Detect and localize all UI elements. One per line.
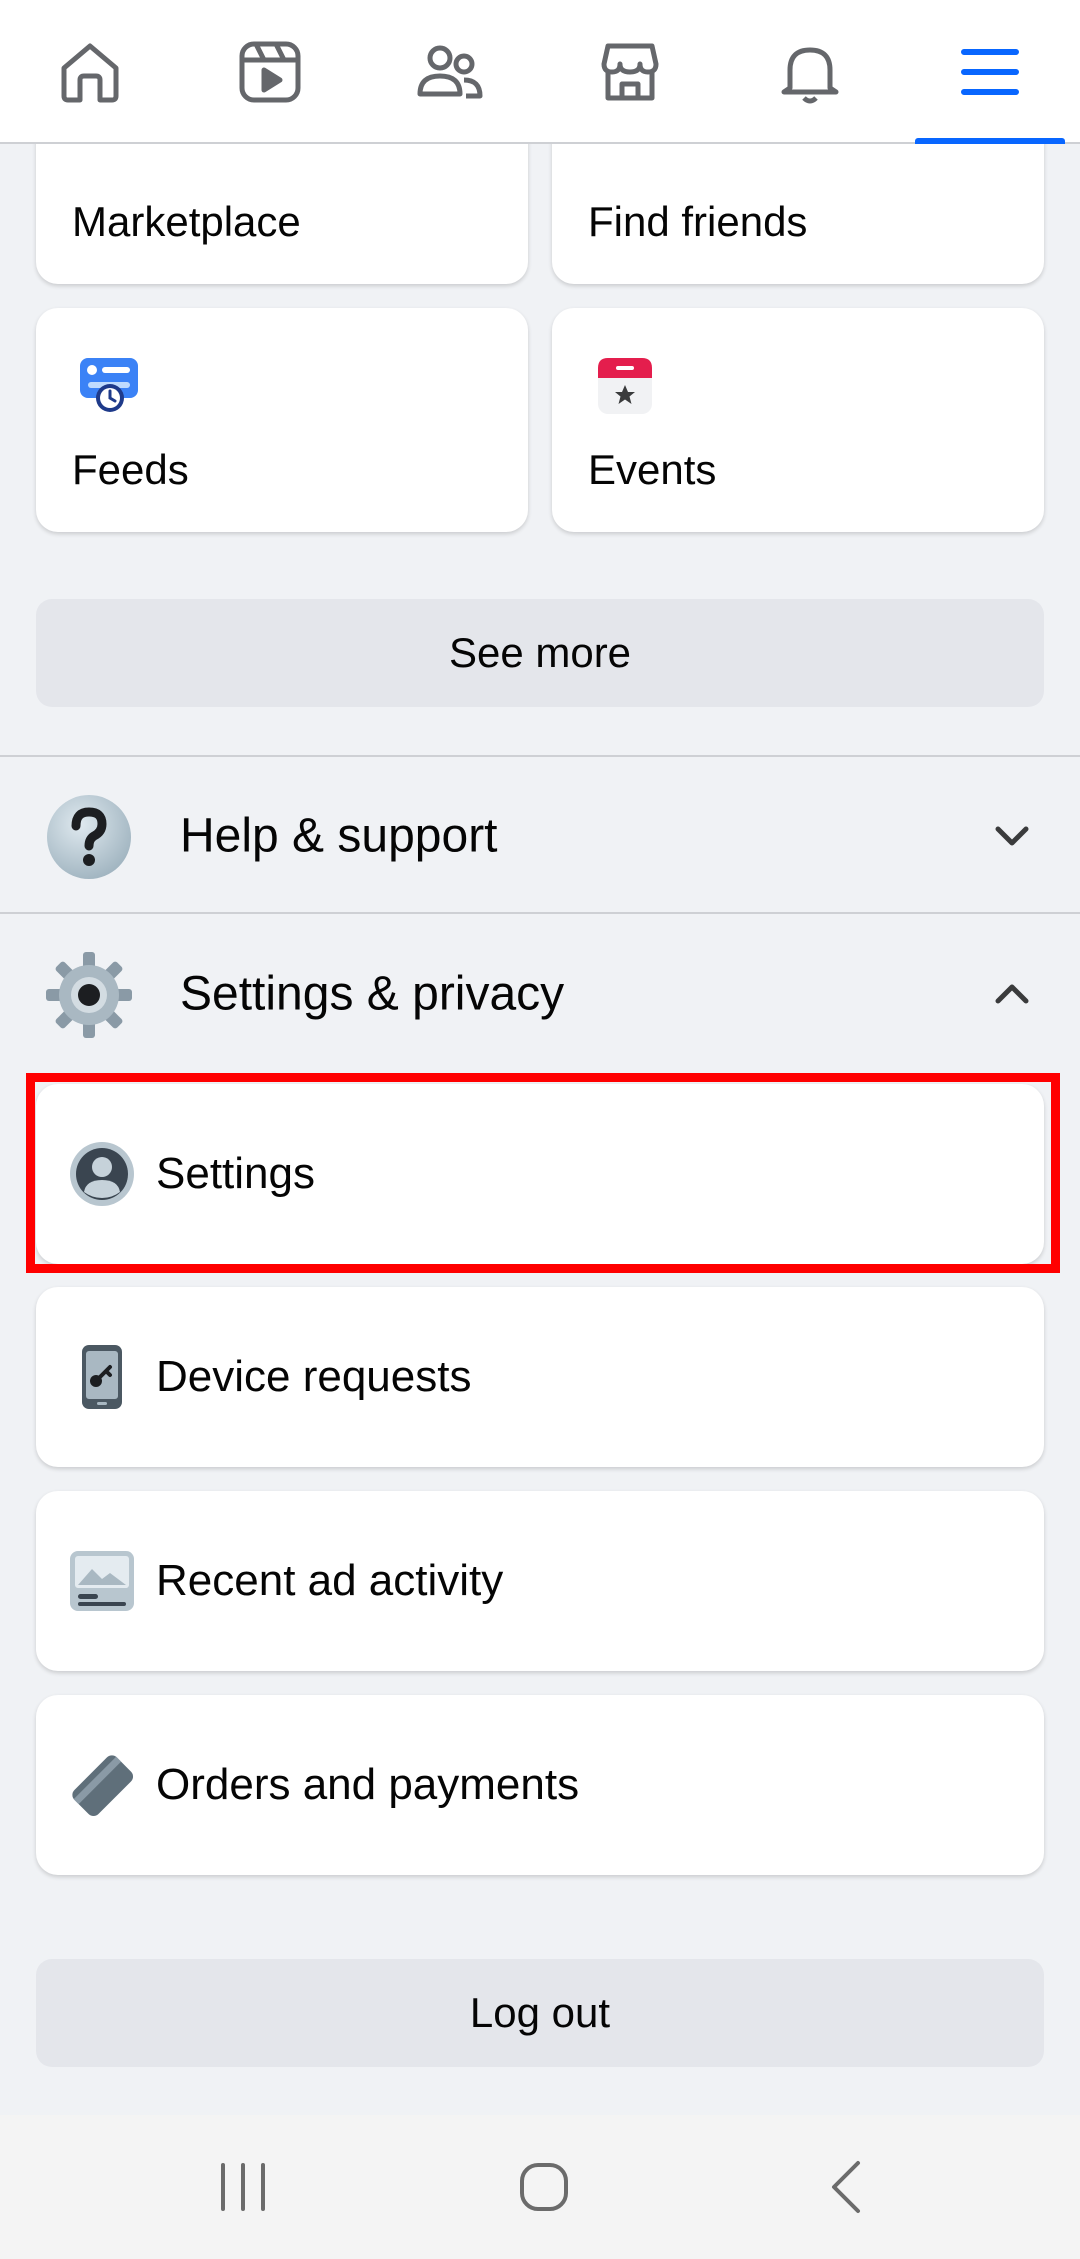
- divider: [0, 912, 1080, 914]
- settings-item-label: Device requests: [156, 1352, 472, 1401]
- tab-notifications[interactable]: [735, 0, 885, 144]
- events-calendar-icon: [598, 358, 652, 414]
- shortcut-label: Marketplace: [72, 198, 301, 245]
- gear-icon: [46, 952, 132, 1038]
- tab-marketplace[interactable]: [555, 0, 705, 144]
- question-mark-icon: [47, 795, 131, 879]
- see-more-button[interactable]: See more: [36, 599, 1044, 707]
- shortcut-label: Events: [588, 446, 717, 493]
- settings-privacy-section[interactable]: Settings & privacy: [0, 916, 1080, 1072]
- chevron-up-icon: [995, 984, 1029, 1004]
- home-circle-icon[interactable]: [508, 2151, 580, 2223]
- settings-item-device-requests[interactable]: Device requests: [36, 1287, 1044, 1467]
- tab-video[interactable]: [195, 0, 345, 144]
- card-icon: [72, 1755, 134, 1817]
- log-out-button[interactable]: Log out: [36, 1959, 1044, 2067]
- home-icon: [61, 43, 119, 103]
- settings-privacy-label: Settings & privacy: [180, 967, 565, 1021]
- help-support-section[interactable]: Help & support: [0, 758, 1080, 914]
- phone-key-icon: [82, 1345, 122, 1409]
- settings-item-label: Recent ad activity: [156, 1556, 504, 1605]
- tab-friends[interactable]: [375, 0, 525, 144]
- hamburger-icon: [961, 49, 1019, 95]
- settings-item-label: Orders and payments: [156, 1760, 580, 1809]
- settings-item-label: Settings: [156, 1149, 315, 1198]
- shortcut-events[interactable]: Events: [552, 308, 1044, 532]
- shortcut-feeds[interactable]: Feeds: [36, 308, 528, 532]
- back-icon[interactable]: [812, 2151, 884, 2223]
- bell-icon: [781, 47, 839, 104]
- settings-item-settings[interactable]: Settings: [36, 1084, 1044, 1264]
- shortcut-label: Find friends: [588, 198, 808, 245]
- settings-item-recent-ad-activity[interactable]: Recent ad activity: [36, 1491, 1044, 1671]
- marketplace-icon: [601, 43, 659, 101]
- settings-item-orders-payments[interactable]: Orders and payments: [36, 1695, 1044, 1875]
- chevron-down-icon: [995, 826, 1029, 846]
- top-navigation-bar: [0, 0, 1080, 144]
- shortcut-label: Feeds: [72, 446, 189, 493]
- profile-icon: [70, 1142, 134, 1206]
- tab-menu[interactable]: [915, 0, 1065, 144]
- divider: [0, 755, 1080, 757]
- video-icon: [239, 41, 301, 103]
- feeds-icon: [80, 358, 138, 412]
- ad-image-icon: [70, 1551, 134, 1611]
- help-support-label: Help & support: [180, 809, 498, 863]
- recent-apps-icon[interactable]: [207, 2151, 279, 2223]
- tab-home[interactable]: [15, 0, 165, 144]
- see-more-label: See more: [448, 629, 632, 676]
- system-navigation-bar: [0, 2115, 1080, 2259]
- log-out-label: Log out: [469, 1989, 611, 2036]
- friends-icon: [417, 45, 483, 99]
